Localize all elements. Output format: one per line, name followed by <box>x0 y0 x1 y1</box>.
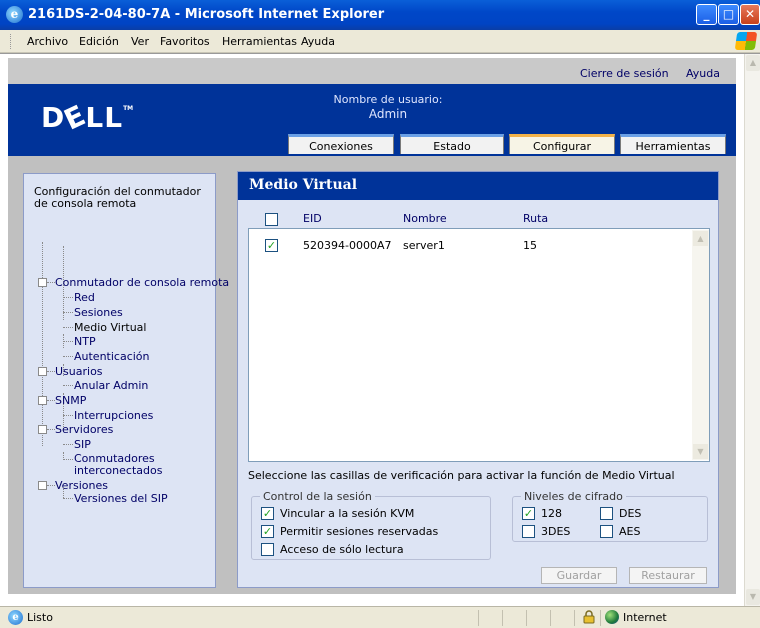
tree-node-ntp[interactable]: NTP <box>74 335 96 348</box>
encryption-group: Niveles de cifrado ✓ 128 DES 3DES AES <box>512 490 708 542</box>
tree-expander[interactable] <box>38 425 47 434</box>
row-path: 15 <box>523 239 537 252</box>
menu-ver[interactable]: Ver <box>131 35 149 48</box>
tree-node-snmp[interactable]: SNMP <box>55 394 86 407</box>
menu-bar: Archivo Edición Ver Favoritos Herramient… <box>0 30 760 53</box>
user-label: Nombre de usuario: <box>333 93 443 106</box>
enc-aes-label[interactable]: AES <box>619 525 640 538</box>
read-only-label[interactable]: Acceso de sólo lectura <box>280 543 404 556</box>
menu-archivo[interactable]: Archivo <box>27 35 68 48</box>
instruction-text: Seleccione las casillas de verificación … <box>248 469 675 482</box>
row-name: server1 <box>403 239 445 252</box>
menu-herramientas[interactable]: Herramientas <box>222 35 297 48</box>
row-eid: 520394-0000A7 <box>303 239 392 252</box>
column-header-nombre[interactable]: Nombre <box>403 212 447 225</box>
enc-128-label[interactable]: 128 <box>541 507 562 520</box>
scroll-up-arrow-icon[interactable]: ▲ <box>693 231 708 246</box>
tree-expander[interactable] <box>38 367 47 376</box>
tree-node-sip[interactable]: SIP <box>74 438 91 451</box>
enc-aes-checkbox[interactable] <box>600 525 613 538</box>
save-button[interactable]: Guardar <box>541 567 617 584</box>
menu-edicion[interactable]: Edición <box>79 35 119 48</box>
help-link[interactable]: Ayuda <box>686 67 720 80</box>
page-scrollbar[interactable]: ▲ ▼ <box>744 54 760 607</box>
tabs-baseline <box>8 154 736 156</box>
enc-des-checkbox[interactable] <box>600 507 613 520</box>
main-panel: Medio Virtual EID Nombre Ruta ✓ 520394-0… <box>237 171 719 588</box>
tree-node-versiones-sip[interactable]: Versiones del SIP <box>74 492 168 505</box>
tree-node-sesiones[interactable]: Sesiones <box>74 306 123 319</box>
lock-icon <box>583 610 595 624</box>
page-status-icon: e <box>8 610 23 625</box>
tree-expander[interactable] <box>38 278 47 287</box>
tree-node-medio-virtual[interactable]: Medio Virtual <box>74 321 146 334</box>
session-control-group: Control de la sesión ✓ Vincular a la ses… <box>251 490 491 560</box>
tree-node-conmutador[interactable]: Conmutador de consola remota <box>55 276 229 289</box>
encryption-legend: Niveles de cifrado <box>521 490 626 503</box>
close-button[interactable]: ✕ <box>740 4 760 25</box>
column-header-ruta[interactable]: Ruta <box>523 212 548 225</box>
tree-node-usuarios[interactable]: Usuarios <box>55 365 103 378</box>
tree-node-autenticacion[interactable]: Autenticación <box>74 350 150 363</box>
toolbar-grip[interactable] <box>10 34 13 49</box>
tab-estado[interactable]: Estado <box>400 134 504 154</box>
tree-node-interrupciones[interactable]: Interrupciones <box>74 409 153 422</box>
main-header: Medio Virtual <box>238 172 718 200</box>
status-text: Listo <box>27 611 53 624</box>
enc-des-label[interactable]: DES <box>619 507 641 520</box>
menu-ayuda[interactable]: Ayuda <box>301 35 335 48</box>
tab-herramientas[interactable]: Herramientas <box>620 134 726 154</box>
internet-zone-icon <box>605 610 619 624</box>
enc-3des-checkbox[interactable] <box>522 525 535 538</box>
select-all-checkbox[interactable] <box>265 213 278 226</box>
tree-node-servidores[interactable]: Servidores <box>55 423 113 436</box>
tab-conexiones[interactable]: Conexiones <box>288 134 394 154</box>
browser-viewport: Cierre de sesión Ayuda DELLTM Nombre de … <box>0 53 760 607</box>
minimize-button[interactable]: _ <box>696 4 717 25</box>
window-titlebar: e 2161DS-2-04-80-7A - Microsoft Internet… <box>0 0 760 30</box>
logout-link[interactable]: Cierre de sesión <box>580 67 669 80</box>
tree-expander[interactable] <box>38 396 47 405</box>
list-scrollbar[interactable]: ▲ ▼ <box>692 230 709 460</box>
tree-node-red[interactable]: Red <box>74 291 95 304</box>
app-frame: Cierre de sesión Ayuda DELLTM Nombre de … <box>8 58 736 594</box>
page-scroll-down-icon[interactable]: ▼ <box>746 589 760 605</box>
nav-tree-title: Configuración del conmutador de consola … <box>34 185 201 210</box>
kvm-link-checkbox[interactable]: ✓ <box>261 507 274 520</box>
tree-expander[interactable] <box>38 481 47 490</box>
tree-node-conmutadores[interactable]: Conmutadores interconectados <box>74 453 184 477</box>
scroll-down-arrow-icon[interactable]: ▼ <box>693 444 708 459</box>
tree-node-anular-admin[interactable]: Anular Admin <box>74 379 148 392</box>
server-list: ✓ 520394-0000A7 server1 15 ▲ ▼ <box>248 228 710 462</box>
row-checkbox[interactable]: ✓ <box>265 239 278 252</box>
user-name: Admin <box>368 107 408 121</box>
zone-text: Internet <box>623 611 667 624</box>
dell-logo: DELLTM <box>41 98 134 137</box>
top-links-bar: Cierre de sesión Ayuda <box>8 58 736 84</box>
enc-128-checkbox[interactable]: ✓ <box>522 507 535 520</box>
reserved-sessions-checkbox[interactable]: ✓ <box>261 525 274 538</box>
kvm-link-label[interactable]: Vincular a la sesión KVM <box>280 507 414 520</box>
page-title: Medio Virtual <box>249 177 358 193</box>
windows-logo-icon <box>734 32 758 50</box>
window-title: 2161DS-2-04-80-7A - Microsoft Internet E… <box>28 7 385 22</box>
restore-button[interactable]: Restaurar <box>629 567 707 584</box>
page-scroll-up-icon[interactable]: ▲ <box>746 55 760 71</box>
column-header-eid[interactable]: EID <box>303 212 322 225</box>
internet-explorer-icon: e <box>6 6 23 23</box>
reserved-sessions-label[interactable]: Permitir sesiones reservadas <box>280 525 438 538</box>
status-bar: e Listo Internet <box>0 606 760 628</box>
menu-favoritos[interactable]: Favoritos <box>160 35 210 48</box>
read-only-checkbox[interactable] <box>261 543 274 556</box>
tab-configurar[interactable]: Configurar <box>509 134 615 154</box>
session-control-legend: Control de la sesión <box>260 490 375 503</box>
maximize-button[interactable]: □ <box>718 4 739 25</box>
enc-3des-label[interactable]: 3DES <box>541 525 570 538</box>
nav-tree-panel: Configuración del conmutador de consola … <box>23 173 229 588</box>
